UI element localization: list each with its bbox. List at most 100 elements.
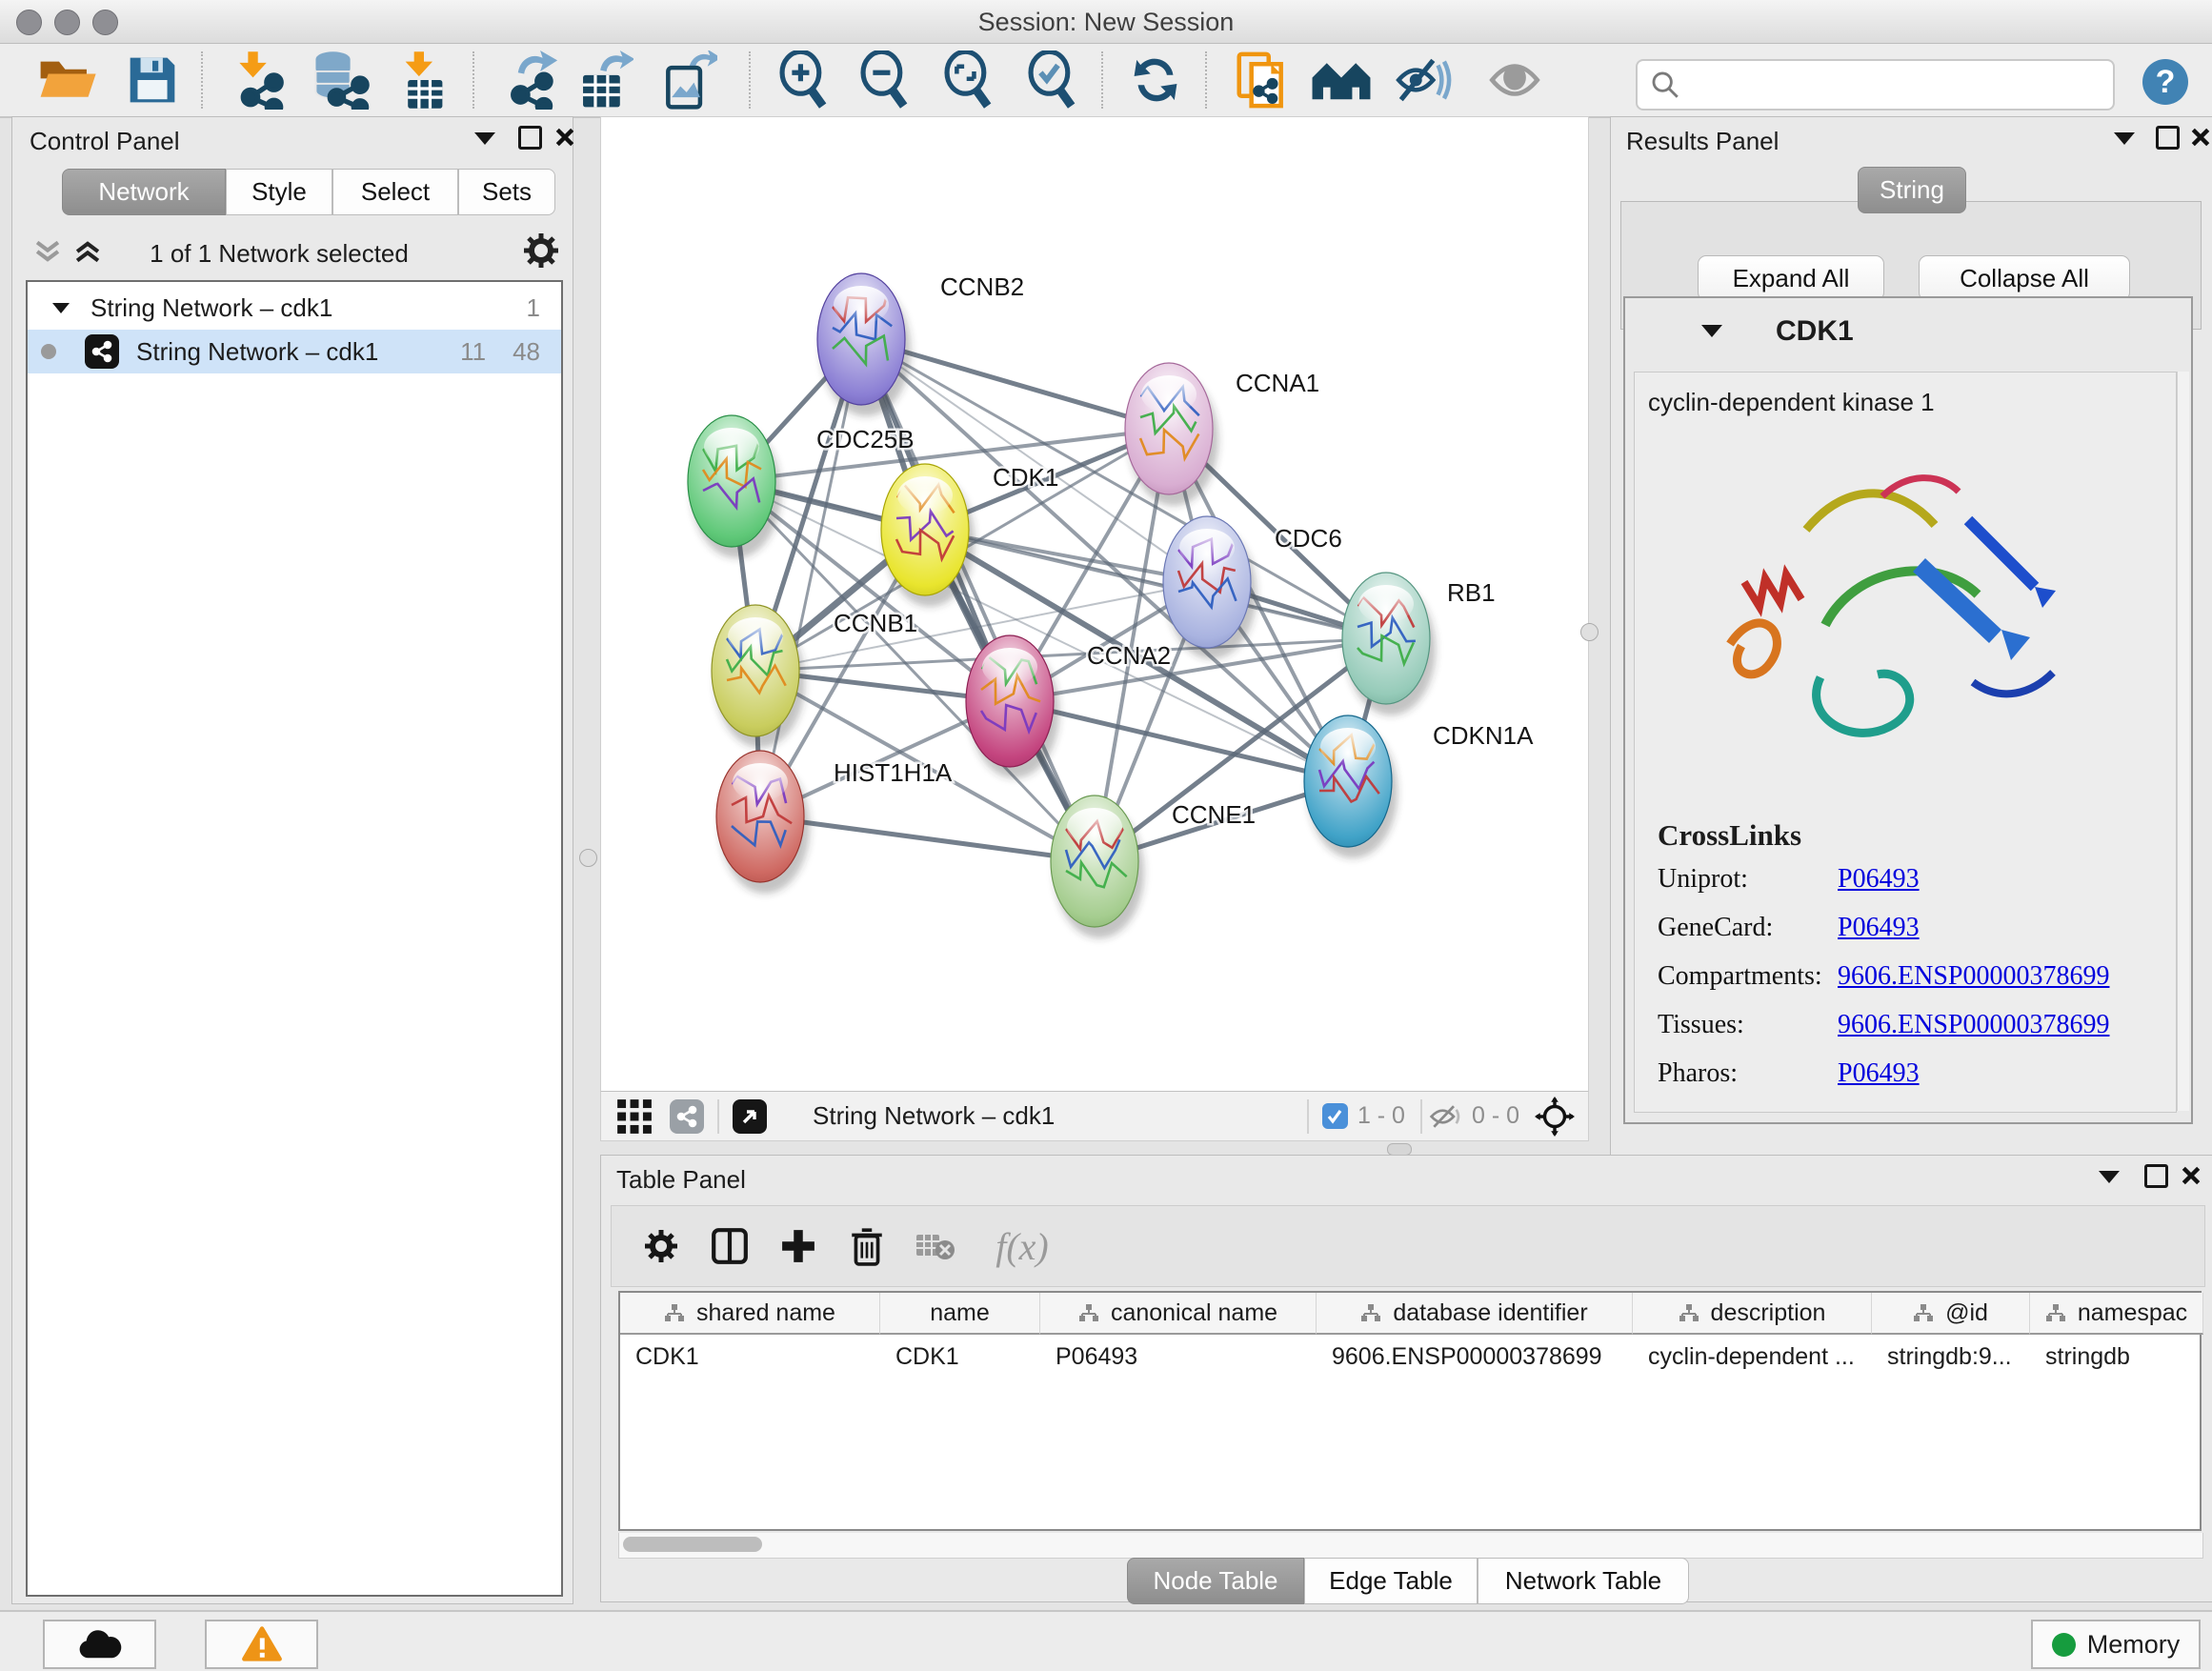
table-panel-float-icon[interactable]: [2144, 1164, 2168, 1188]
table-cell[interactable]: stringdb:9...: [1872, 1337, 2030, 1377]
crosslink-link[interactable]: P06493: [1838, 913, 1920, 943]
expand-all-networks-icon[interactable]: [71, 237, 104, 266]
hidden-eye-slash-icon[interactable]: [1428, 1102, 1462, 1131]
gene-section-collapse-icon[interactable]: [1701, 325, 1722, 337]
collapse-all-networks-icon[interactable]: [31, 237, 64, 266]
export-table-button[interactable]: [569, 51, 639, 109]
left-splitter-handle[interactable]: [579, 849, 597, 867]
toolbar-separator: [749, 51, 751, 109]
crosslink-link[interactable]: P06493: [1838, 1058, 1920, 1089]
table-cell[interactable]: CDK1: [880, 1337, 1040, 1377]
save-session-button[interactable]: [117, 51, 188, 109]
edge-CCNA2-CDKN1A[interactable]: [1010, 701, 1348, 781]
edge-HIST1H1A-CCNE1[interactable]: [760, 816, 1095, 861]
column-header-canonical-name[interactable]: canonical name: [1040, 1293, 1317, 1335]
node-HIST1H1A[interactable]: HIST1H1A: [716, 751, 953, 894]
table-options-gear-icon[interactable]: [627, 1227, 695, 1265]
control-panel-float-icon[interactable]: [518, 126, 542, 150]
zoom-selected-button[interactable]: [1016, 51, 1087, 109]
network-graph[interactable]: CCNB2CCNA1CDC25BCDK1CDC6RB1CCNB1CCNA2CDK…: [601, 117, 1588, 1092]
crosslink-link[interactable]: P06493: [1838, 864, 1920, 895]
open-session-button[interactable]: [31, 51, 102, 109]
table-cell[interactable]: CDK1: [620, 1337, 880, 1377]
table-h-scrollbar-thumb[interactable]: [623, 1537, 762, 1552]
export-image-button[interactable]: [653, 51, 723, 109]
network-options-gear-icon[interactable]: [522, 232, 560, 270]
crosslink-link[interactable]: 9606.ENSP00000378699: [1838, 961, 2109, 992]
hide-selected-button[interactable]: [1388, 51, 1458, 109]
network-view-type-icon[interactable]: [670, 1099, 704, 1134]
right-splitter-handle[interactable]: [1580, 623, 1599, 641]
table-panel-menu-icon[interactable]: [2099, 1171, 2120, 1183]
tab-sets[interactable]: Sets: [458, 169, 555, 215]
node-CCNA1[interactable]: CCNA1: [1125, 363, 1319, 506]
import-network-database-button[interactable]: [304, 51, 374, 109]
node-CDC6[interactable]: CDC6: [1163, 516, 1342, 659]
import-network-file-button[interactable]: [224, 51, 294, 109]
table-cell[interactable]: P06493: [1040, 1337, 1317, 1377]
column-header-description[interactable]: description: [1633, 1293, 1872, 1335]
edge-CCNB2-HIST1H1A[interactable]: [760, 339, 861, 816]
column-header-namespac[interactable]: namespac: [2030, 1293, 2203, 1335]
delete-column-trash-icon[interactable]: [833, 1226, 901, 1266]
apply-layout-button[interactable]: [1120, 51, 1191, 109]
warnings-button[interactable]: [205, 1620, 318, 1669]
birds-eye-view-icon[interactable]: [733, 1099, 767, 1134]
table-h-scrollbar[interactable]: [618, 1533, 2203, 1559]
zoom-out-button[interactable]: [849, 51, 919, 109]
collection-expand-icon[interactable]: [52, 303, 70, 313]
column-header-name[interactable]: name: [880, 1293, 1040, 1335]
memory-button[interactable]: Memory: [2031, 1620, 2201, 1669]
table-cell[interactable]: stringdb: [2030, 1337, 2203, 1377]
results-panel-close-icon[interactable]: [2190, 127, 2211, 148]
network-collection-row[interactable]: String Network – cdk1 1: [28, 286, 561, 330]
zoom-fit-button[interactable]: [933, 51, 1003, 109]
table-panel-close-icon[interactable]: [2181, 1165, 2202, 1186]
tab-select[interactable]: Select: [332, 169, 458, 215]
show-all-button[interactable]: [1479, 51, 1550, 109]
export-network-icon: [502, 50, 561, 110]
import-table-file-button[interactable]: [389, 51, 459, 109]
node-label-CDC6: CDC6: [1275, 524, 1342, 553]
first-neighbors-button[interactable]: [1306, 51, 1377, 109]
tab-edge-table[interactable]: Edge Table: [1304, 1558, 1478, 1604]
column-header-database-identifier[interactable]: database identifier: [1317, 1293, 1633, 1335]
tab-style[interactable]: Style: [226, 169, 332, 215]
gene-description: cyclin-dependent kinase 1: [1648, 388, 1935, 417]
results-scrollbar[interactable]: [2177, 372, 2189, 1111]
zoom-in-button[interactable]: [768, 51, 838, 109]
help-button[interactable]: ?: [2142, 59, 2188, 105]
tab-network-table[interactable]: Network Table: [1478, 1558, 1689, 1604]
column-header--id[interactable]: @id: [1872, 1293, 2030, 1335]
cloud-status-button[interactable]: [43, 1620, 156, 1669]
network-row-selected[interactable]: String Network – cdk1 11 48: [28, 330, 561, 373]
node-label-CCNB1: CCNB1: [834, 609, 917, 637]
collapse-all-button[interactable]: Collapse All: [1919, 255, 2130, 301]
table-cell[interactable]: cyclin-dependent ...: [1633, 1337, 1872, 1377]
expand-all-button[interactable]: Expand All: [1698, 255, 1884, 301]
zoom-out-icon: [855, 50, 913, 110]
show-columns-icon[interactable]: [695, 1226, 764, 1266]
selected-nodes-checkbox[interactable]: [1322, 1103, 1348, 1129]
control-panel-menu-icon[interactable]: [474, 132, 495, 145]
node-CDKN1A[interactable]: CDKN1A: [1304, 715, 1534, 858]
control-panel-close-icon[interactable]: [554, 127, 575, 148]
tab-string[interactable]: String: [1858, 167, 1966, 213]
table-cell[interactable]: 9606.ENSP00000378699: [1317, 1337, 1633, 1377]
results-panel-float-icon[interactable]: [2156, 126, 2180, 150]
duplicate-network-button[interactable]: [1226, 51, 1297, 109]
grid-view-icon[interactable]: [616, 1098, 653, 1135]
node-RB1[interactable]: RB1: [1342, 573, 1496, 715]
export-network-button[interactable]: [496, 51, 567, 109]
create-column-plus-icon[interactable]: [764, 1228, 833, 1264]
search-input[interactable]: [1689, 70, 2113, 100]
node-CCNA2[interactable]: CCNA2: [966, 635, 1171, 778]
network-canvas[interactable]: CCNB2CCNA1CDC25BCDK1CDC6RB1CCNB1CCNA2CDK…: [600, 116, 1589, 1093]
tab-network[interactable]: Network: [62, 169, 226, 215]
results-panel-menu-icon[interactable]: [2114, 132, 2135, 145]
protein-structure-image: [1692, 439, 2092, 782]
column-header-shared-name[interactable]: shared name: [620, 1293, 880, 1335]
fit-content-crosshair-icon[interactable]: [1535, 1097, 1575, 1137]
crosslink-link[interactable]: 9606.ENSP00000378699: [1838, 1010, 2109, 1040]
tab-node-table[interactable]: Node Table: [1127, 1558, 1304, 1604]
